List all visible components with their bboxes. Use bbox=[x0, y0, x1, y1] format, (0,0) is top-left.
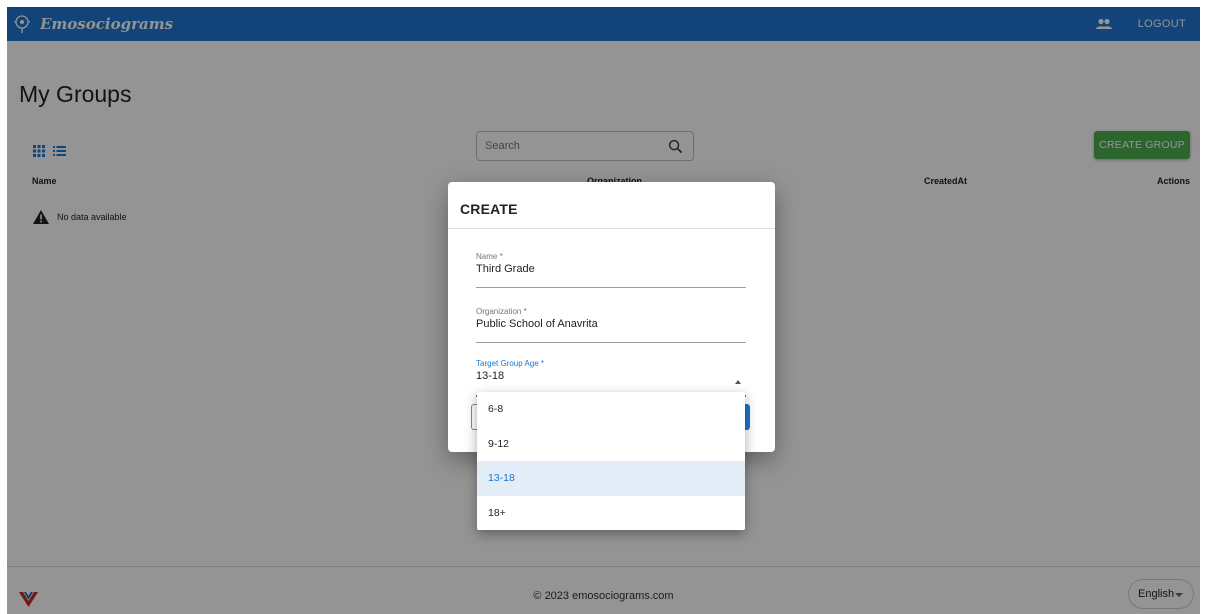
organization-field[interactable]: Organization * Public School of Anavrita bbox=[476, 307, 746, 343]
age-option-selected[interactable]: 13-18 bbox=[477, 461, 745, 496]
dialog-divider bbox=[448, 228, 775, 229]
age-options-menu: 6-8 9-12 13-18 18+ bbox=[477, 392, 745, 530]
target-age-value[interactable]: 13-18 bbox=[476, 370, 746, 382]
chevron-up-icon bbox=[735, 380, 741, 384]
age-option[interactable]: 9-12 bbox=[477, 427, 745, 462]
name-field[interactable]: Name * Third Grade bbox=[476, 252, 746, 288]
dialog-title: CREATE bbox=[460, 201, 518, 217]
app-frame: Emosociograms LOGOUT My Groups Search CR… bbox=[7, 7, 1200, 614]
target-age-label: Target Group Age * bbox=[476, 359, 545, 368]
organization-field-value[interactable]: Public School of Anavrita bbox=[476, 318, 746, 330]
name-field-label: Name * bbox=[476, 252, 503, 261]
age-option[interactable]: 6-8 bbox=[477, 392, 745, 427]
organization-field-label: Organization * bbox=[476, 307, 527, 316]
name-field-value[interactable]: Third Grade bbox=[476, 263, 746, 275]
age-option[interactable]: 18+ bbox=[477, 496, 745, 531]
